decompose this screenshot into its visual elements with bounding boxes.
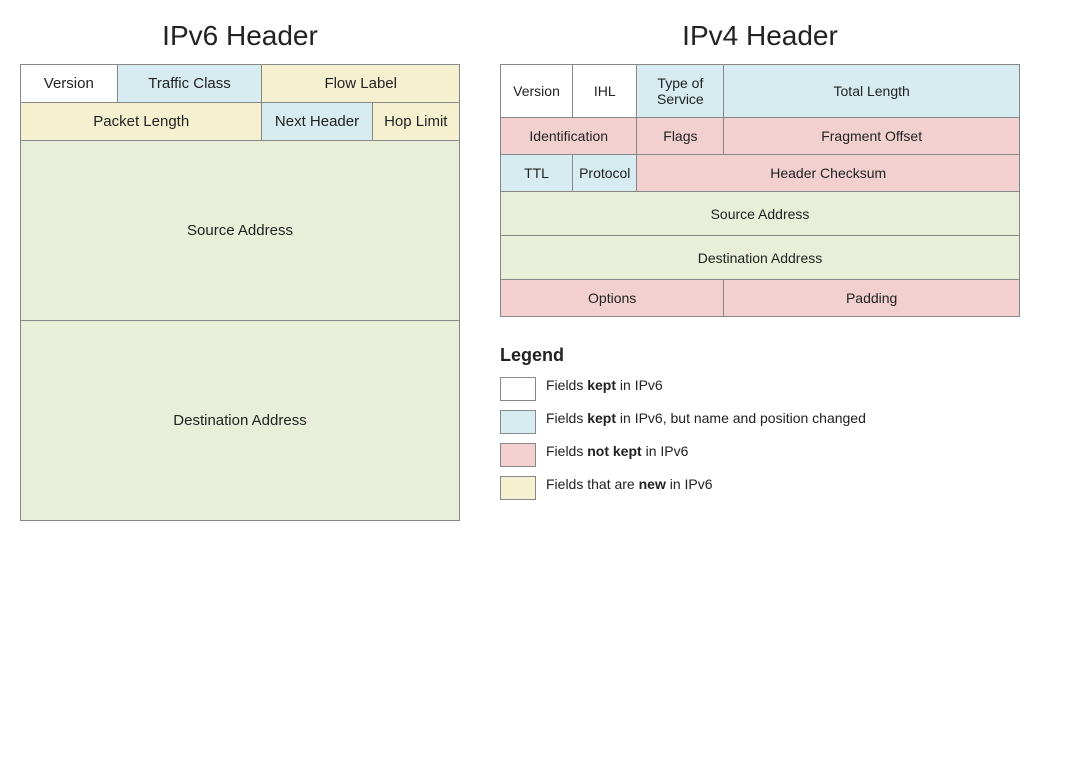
ipv4-version: Version — [501, 65, 573, 118]
ipv4-destination-address: Destination Address — [501, 236, 1020, 280]
legend-title: Legend — [500, 345, 1020, 366]
ipv4-legend-container: IPv4 Header Version IHL Type of Service … — [500, 20, 1020, 500]
ipv4-header-checksum: Header Checksum — [637, 155, 1020, 192]
legend-text-yellow: Fields that are new in IPv6 — [546, 475, 713, 495]
ipv4-tos: Type of Service — [637, 65, 724, 118]
legend-box-white — [500, 377, 536, 401]
ipv4-title: IPv4 Header — [500, 20, 1020, 52]
ipv4-identification: Identification — [501, 118, 637, 155]
ipv6-traffic-class: Traffic Class — [117, 65, 262, 103]
ipv4-flags: Flags — [637, 118, 724, 155]
legend-text-white: Fields kept in IPv6 — [546, 376, 663, 396]
ipv6-row2: Packet Length Next Header Hop Limit — [21, 103, 460, 141]
ipv4-ttl: TTL — [501, 155, 573, 192]
ipv4-source-address: Source Address — [501, 192, 1020, 236]
legend-box-yellow — [500, 476, 536, 500]
legend-box-blue — [500, 410, 536, 434]
ipv4-total-length: Total Length — [724, 65, 1020, 118]
ipv6-destination-address: Destination Address — [21, 321, 460, 521]
legend-items: Fields kept in IPv6 Fields kept in IPv6,… — [500, 376, 1020, 500]
legend-item-pink: Fields not kept in IPv6 — [500, 442, 1020, 467]
legend-item-yellow: Fields that are new in IPv6 — [500, 475, 1020, 500]
ipv4-row2: Identification Flags Fragment Offset — [501, 118, 1020, 155]
ipv6-section: IPv6 Header Version Traffic Class Flow L… — [20, 20, 460, 521]
ipv6-source-row: Source Address — [21, 141, 460, 321]
ipv4-row1: Version IHL Type of Service Total Length — [501, 65, 1020, 118]
ipv4-row3: TTL Protocol Header Checksum — [501, 155, 1020, 192]
ipv4-ihl: IHL — [573, 65, 637, 118]
ipv6-hop-limit: Hop Limit — [372, 103, 459, 140]
legend-section: Legend Fields kept in IPv6 Fields kept i… — [500, 345, 1020, 500]
ipv4-dest-row: Destination Address — [501, 236, 1020, 280]
legend-box-pink — [500, 443, 536, 467]
legend-text-blue: Fields kept in IPv6, but name and positi… — [546, 409, 866, 429]
legend-item-white: Fields kept in IPv6 — [500, 376, 1020, 401]
ipv6-dest-row: Destination Address — [21, 321, 460, 521]
ipv6-flow-label: Flow Label — [262, 65, 460, 103]
ipv6-version: Version — [21, 65, 118, 103]
ipv4-fragment-offset: Fragment Offset — [724, 118, 1020, 155]
ipv6-source-address: Source Address — [21, 141, 460, 321]
ipv6-table: Version Traffic Class Flow Label Packet … — [20, 64, 460, 521]
main-container: IPv6 Header Version Traffic Class Flow L… — [20, 20, 1057, 521]
ipv4-options: Options — [501, 280, 724, 317]
ipv4-row5: Options Padding — [501, 280, 1020, 317]
ipv4-padding: Padding — [724, 280, 1020, 317]
ipv6-title: IPv6 Header — [20, 20, 460, 52]
ipv4-table: Version IHL Type of Service Total Length… — [500, 64, 1020, 317]
ipv6-next-header: Next Header — [262, 103, 372, 140]
ipv6-packet-length: Packet Length — [21, 103, 262, 141]
legend-item-blue: Fields kept in IPv6, but name and positi… — [500, 409, 1020, 434]
ipv4-protocol: Protocol — [573, 155, 637, 192]
ipv6-nexthop-sub: Next Header Hop Limit — [262, 103, 459, 140]
ipv4-section: IPv4 Header Version IHL Type of Service … — [500, 20, 1020, 317]
legend-text-pink: Fields not kept in IPv6 — [546, 442, 688, 462]
ipv6-row1: Version Traffic Class Flow Label — [21, 65, 460, 103]
ipv4-source-row: Source Address — [501, 192, 1020, 236]
